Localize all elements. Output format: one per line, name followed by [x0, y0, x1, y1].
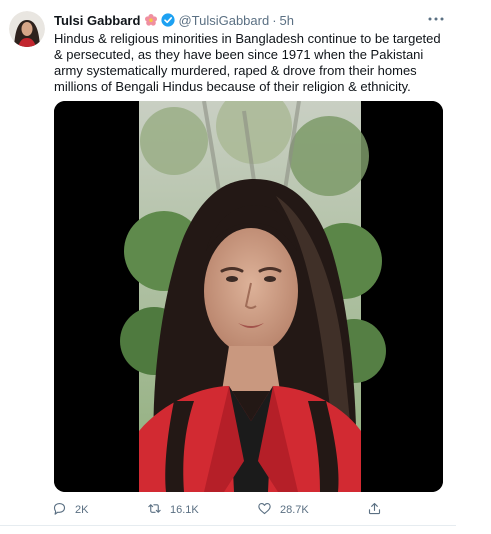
- reply-count: 2K: [75, 504, 89, 516]
- share-button[interactable]: [367, 500, 382, 520]
- tweet-actions: 2K 16.1K 28.7K: [52, 500, 392, 520]
- tweet[interactable]: Tulsi Gabbard @TulsiGabbard · 5h Hindus …: [0, 0, 456, 526]
- tweet-header: Tulsi Gabbard @TulsiGabbard · 5h: [54, 11, 294, 29]
- retweet-count: 16.1K: [170, 504, 199, 516]
- author-handle[interactable]: @TulsiGabbard: [178, 13, 269, 28]
- reply-icon: [52, 501, 67, 519]
- video-player[interactable]: [54, 101, 443, 492]
- flower-emoji-icon: [144, 13, 158, 27]
- like-button[interactable]: 28.7K: [257, 500, 309, 520]
- retweet-button[interactable]: 16.1K: [147, 500, 199, 520]
- share-icon: [367, 501, 382, 519]
- like-icon: [257, 501, 272, 519]
- more-options-icon[interactable]: [425, 10, 447, 28]
- video-frame: [54, 101, 443, 492]
- avatar[interactable]: [9, 11, 45, 47]
- tweet-timestamp[interactable]: 5h: [280, 13, 294, 28]
- reply-button[interactable]: 2K: [52, 500, 88, 520]
- header-separator: ·: [272, 12, 277, 28]
- like-count: 28.7K: [280, 504, 309, 516]
- retweet-icon: [147, 501, 162, 519]
- verified-badge-icon: [161, 13, 176, 27]
- tweet-text: Hindus & religious minorities in Banglad…: [54, 31, 441, 94]
- author-name[interactable]: Tulsi Gabbard: [54, 13, 140, 28]
